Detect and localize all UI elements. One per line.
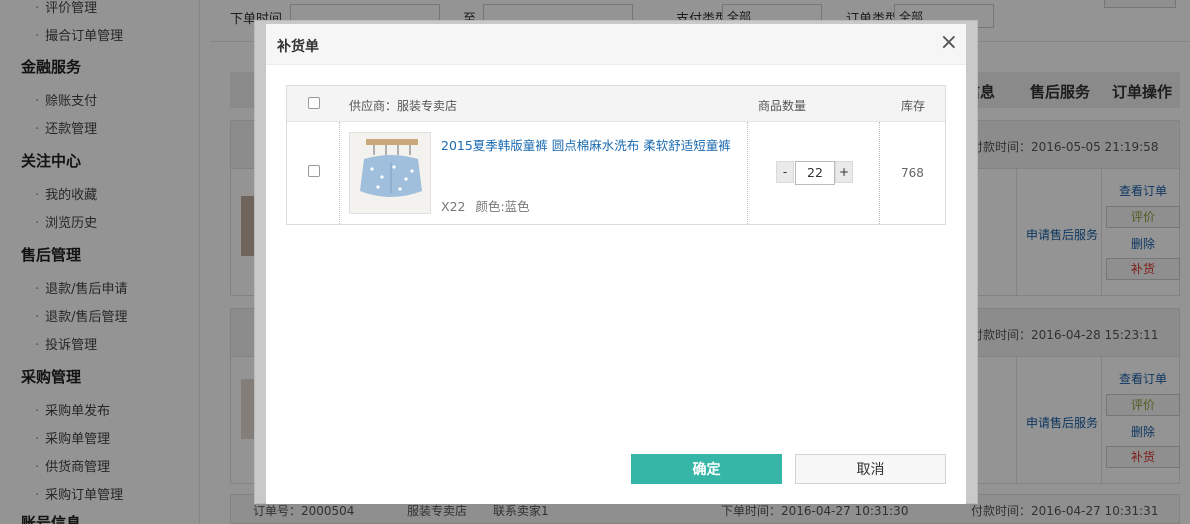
- quantity-header: 商品数量: [758, 99, 807, 113]
- select-all-checkbox[interactable]: [308, 97, 320, 109]
- increase-quantity-button[interactable]: +: [835, 161, 853, 183]
- supplier-label: 供应商：服装专卖店: [349, 99, 458, 113]
- item-checkbox[interactable]: [308, 165, 320, 177]
- divider: [339, 122, 340, 224]
- divider: [747, 122, 748, 224]
- cancel-button[interactable]: 取消: [795, 454, 946, 484]
- product-image[interactable]: [349, 132, 431, 214]
- product-spec: X22 颜色:蓝色: [441, 196, 536, 215]
- restock-table: 供应商：服装专卖店 商品数量 库存 2015夏季韩版童裤 圆点棉麻水洗布 柔软舒…: [286, 85, 946, 225]
- dialog-title: 补货单: [277, 39, 319, 55]
- product-color: 颜色:蓝色: [475, 199, 530, 214]
- dialog-title-bar: 补货单 ×: [266, 24, 966, 65]
- product-size: X22: [441, 199, 466, 214]
- product-title-link[interactable]: 2015夏季韩版童裤 圆点棉麻水洗布 柔软舒适短童裤: [441, 135, 731, 154]
- confirm-button[interactable]: 确定: [631, 454, 782, 484]
- stock-header: 库存: [901, 99, 926, 113]
- divider: [879, 122, 880, 224]
- quantity-stepper: - 22 +: [776, 161, 854, 185]
- restock-dialog: 补货单 × 供应商：服装专卖店 商品数量 库存 2015夏季韩版童裤 圆点棉麻水…: [266, 24, 966, 504]
- quantity-input[interactable]: 22: [795, 161, 835, 185]
- decrease-quantity-button[interactable]: -: [776, 161, 794, 183]
- stock-value: 768: [901, 166, 924, 180]
- restock-table-header: 供应商：服装专卖店 商品数量 库存: [287, 86, 945, 122]
- restock-dialog-frame: 补货单 × 供应商：服装专卖店 商品数量 库存 2015夏季韩版童裤 圆点棉麻水…: [254, 20, 978, 504]
- close-icon[interactable]: ×: [940, 30, 958, 56]
- product-image-graphic: [350, 133, 430, 213]
